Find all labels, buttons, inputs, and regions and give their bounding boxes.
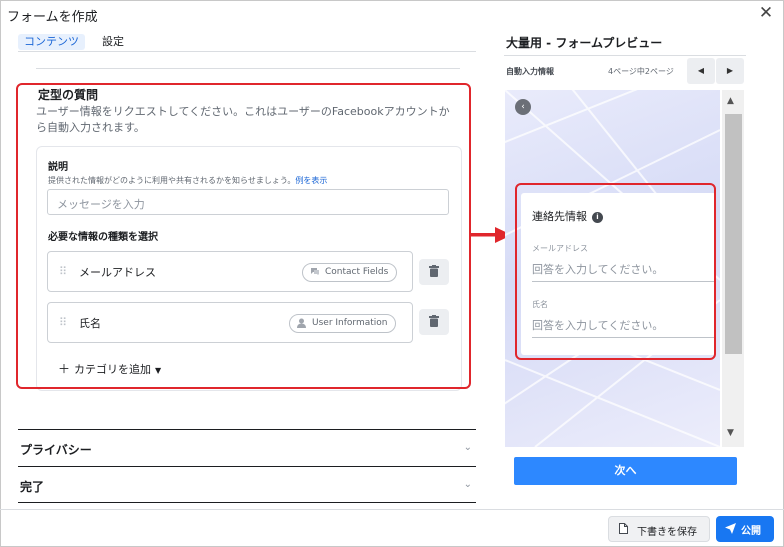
accordion-label: プライバシー: [20, 443, 92, 457]
divider: [0, 509, 784, 510]
preview-subtitle: 自動入力情報: [506, 67, 554, 76]
publish-label: 公開: [741, 526, 761, 537]
send-icon: [725, 523, 736, 534]
page-indicator: 4ページ中2ページ: [608, 67, 674, 76]
save-draft-button[interactable]: 下書きを保存: [608, 516, 710, 542]
preview-scrollbar[interactable]: ▲ ▼: [722, 90, 744, 447]
close-icon[interactable]: ✕: [757, 4, 775, 22]
document-icon: [619, 523, 628, 534]
prev-page-button[interactable]: ◀: [687, 58, 715, 84]
annotation-highlight-left: [16, 83, 471, 389]
scroll-thumb[interactable]: [725, 114, 742, 354]
next-button[interactable]: 次へ: [514, 457, 737, 485]
chevron-down-icon: ⌄: [463, 442, 472, 453]
tab-bar: コンテンツ 設定: [18, 34, 476, 52]
divider: [504, 55, 746, 56]
scroll-up-icon[interactable]: ▲: [727, 96, 734, 106]
tab-content[interactable]: コンテンツ: [18, 34, 85, 50]
chevron-down-icon: ⌄: [463, 479, 472, 490]
annotation-highlight-right: [515, 183, 716, 360]
publish-button[interactable]: 公開: [716, 516, 774, 542]
save-draft-label: 下書きを保存: [637, 527, 697, 538]
divider: [36, 68, 460, 69]
accordion-label: 完了: [20, 480, 45, 494]
dialog-title: フォームを作成: [7, 10, 98, 25]
tab-settings[interactable]: 設定: [96, 34, 130, 50]
back-arrow-icon[interactable]: ‹: [515, 99, 531, 115]
accordion-privacy[interactable]: プライバシー ⌄: [18, 429, 476, 466]
scroll-down-icon[interactable]: ▼: [727, 428, 734, 438]
preview-title: 大量用 - フォームプレビュー: [506, 36, 663, 50]
next-page-button[interactable]: ▶: [716, 58, 744, 84]
accordion-complete[interactable]: 完了 ⌄: [18, 466, 476, 503]
